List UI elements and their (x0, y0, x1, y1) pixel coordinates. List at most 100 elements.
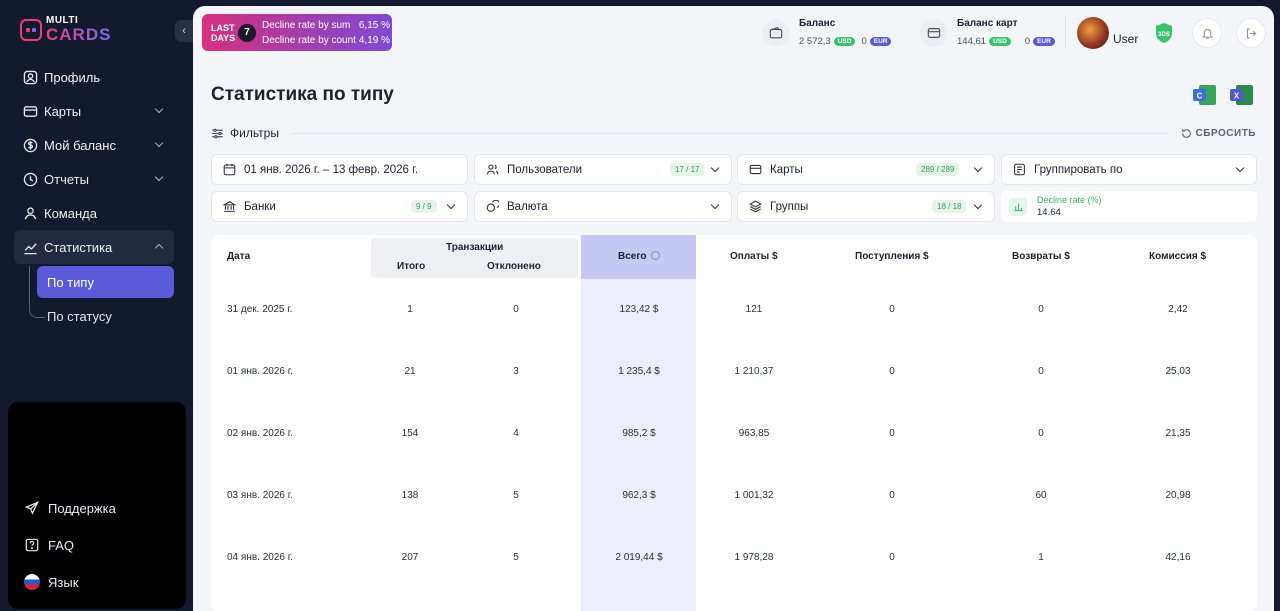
support-link[interactable]: Поддержка (24, 500, 116, 516)
cell-payments: 1 001,32 (734, 490, 774, 501)
support-label: Поддержка (48, 500, 116, 516)
chevron-down-icon (710, 163, 720, 173)
page-title: Статистика по типу (211, 84, 394, 105)
card-icon (22, 103, 38, 119)
sidebar-item-reports[interactable]: Отчеты (14, 162, 174, 196)
export-csv-button[interactable]: C (1193, 84, 1217, 106)
svg-text:X: X (1234, 92, 1240, 101)
cards-count-badge: 289 / 289 (916, 163, 960, 176)
sidebar-subitem-label: По типу (47, 274, 94, 290)
cell-declined: 3 (513, 366, 519, 377)
chevron-down-icon (973, 200, 983, 210)
sidebar-item-label: Команда (44, 205, 97, 221)
balance-eur-value: 0 (861, 36, 867, 47)
language-selector[interactable]: Язык (24, 574, 78, 590)
cell-total: 207 (401, 552, 419, 563)
users-filter[interactable]: Пользователи 17 / 17 (474, 154, 732, 185)
bell-icon (1201, 28, 1213, 39)
sidebar-nav: Профиль Карты Мой баланс Отчеты Команда … (14, 60, 174, 334)
3ds-badge-text: 3DS (1158, 32, 1170, 38)
info-icon[interactable] (650, 251, 660, 260)
group-by-label: Группировать по (1034, 163, 1123, 176)
logo[interactable]: MULTI CARDS (20, 16, 111, 43)
last-days-label: LAST DAYS (202, 23, 242, 43)
logout-button[interactable] (1236, 18, 1266, 48)
chevron-down-icon (446, 200, 456, 210)
reset-label: СБРОСИТЬ (1195, 127, 1256, 139)
coins-icon (485, 200, 499, 214)
wallet-icon (762, 18, 790, 47)
last-days-banner[interactable]: LAST DAYS 7 Decline rate by sum 6,15 % D… (202, 14, 392, 51)
sidebar-item-statistics[interactable]: Статистика (14, 230, 174, 264)
clock-icon (22, 171, 38, 187)
col-date[interactable]: Дата (227, 251, 250, 262)
col-all[interactable]: Всего (618, 251, 660, 262)
eur-badge: EUR (1033, 37, 1055, 46)
cell-commission: 2,42 (1168, 304, 1188, 315)
reset-filters-button[interactable]: СБРОСИТЬ (1181, 128, 1256, 139)
sidebar-item-label: Мой баланс (44, 137, 116, 153)
currency-filter-label: Валюта (507, 200, 548, 213)
cell-total: 21 (404, 366, 416, 377)
banks-filter[interactable]: Банки 9 / 9 (211, 191, 468, 222)
logo-mark-icon (20, 18, 42, 41)
sidebar-subitem-by-status[interactable]: По статусу (37, 300, 174, 332)
cell-declined: 5 (513, 490, 519, 501)
col-declined[interactable]: Отклонено (487, 261, 541, 272)
sidebar-item-profile[interactable]: Профиль (14, 60, 174, 94)
header-divider (1065, 16, 1066, 48)
main-content: LAST DAYS 7 Decline rate by sum 6,15 % D… (193, 6, 1274, 611)
users-filter-label: Пользователи (507, 163, 583, 176)
date-range-picker[interactable]: 01 янв. 2026 г. – 13 февр. 2026 г. (211, 154, 468, 185)
banks-count-badge: 9 / 9 (411, 200, 437, 213)
avatar[interactable] (1077, 17, 1109, 49)
sidebar-item-cards[interactable]: Карты (14, 94, 174, 128)
filters-divider (290, 132, 1169, 134)
cell-all: 1 235,4 $ (618, 366, 660, 377)
notifications-button[interactable] (1192, 18, 1222, 48)
group-by-select[interactable]: Группировать по (1001, 154, 1257, 185)
currency-filter[interactable]: Валюта (474, 191, 732, 222)
flag-russia-icon (24, 574, 40, 590)
send-icon (24, 500, 40, 516)
col-transactions-group: Транзакции (446, 242, 504, 253)
cell-payments: 963,85 (738, 428, 770, 439)
card-balance-widget[interactable]: Баланс карт 144,61 USD 0 EUR (920, 18, 1061, 47)
col-payments[interactable]: Оплаты $ (730, 251, 778, 262)
3ds-shield-icon[interactable]: 3DS (1154, 22, 1174, 44)
col-refunds[interactable]: Возвраты $ (1012, 251, 1070, 262)
card-balance-title: Баланс карт (957, 18, 1018, 29)
sidebar-subitem-by-type[interactable]: По типу (37, 266, 174, 298)
cell-payments: 121 (745, 304, 763, 315)
cell-date: 03 янв. 2026 г. (227, 490, 293, 501)
users-count-badge: 17 / 17 (670, 163, 705, 176)
cell-all: 985,2 $ (622, 428, 656, 439)
export-excel-button[interactable]: X (1230, 84, 1254, 106)
col-total-tx[interactable]: Итого (397, 261, 425, 272)
usd-badge: USD (989, 37, 1011, 46)
cards-filter[interactable]: Карты 289 / 289 (737, 154, 995, 185)
faq-link[interactable]: FAQ (24, 537, 74, 553)
statistics-submenu: По типу По статусу (14, 266, 174, 332)
users-icon (485, 163, 499, 177)
cell-payments: 1 210,37 (734, 366, 774, 377)
cell-date: 04 янв. 2026 г. (227, 552, 293, 563)
cell-refunds: 0 (1038, 366, 1044, 377)
username[interactable]: User (1113, 32, 1138, 46)
sidebar-item-label: Отчеты (44, 171, 89, 187)
folder-icon (1012, 163, 1026, 177)
logo-bottom-text: CARDS (46, 25, 112, 44)
decline-rate-value: 14.64 (1037, 207, 1061, 218)
balance-title: Баланс (799, 18, 836, 29)
sidebar-item-team[interactable]: Команда (14, 196, 174, 230)
col-commission[interactable]: Комиссия $ (1149, 251, 1206, 262)
balance-widget[interactable]: Баланс 2 572,3 USD 0 EUR (762, 18, 897, 47)
col-receipts[interactable]: Поступления $ (855, 251, 929, 262)
sidebar-item-label: Карты (44, 103, 82, 119)
groups-filter[interactable]: Группы 18 / 18 (737, 191, 995, 222)
collapse-sidebar-button[interactable]: ‹ (175, 20, 193, 42)
cell-all: 962,3 $ (622, 490, 656, 501)
cards-filter-label: Карты (770, 163, 803, 176)
sidebar-item-balance[interactable]: Мой баланс (14, 128, 174, 162)
cell-total: 154 (401, 428, 419, 439)
